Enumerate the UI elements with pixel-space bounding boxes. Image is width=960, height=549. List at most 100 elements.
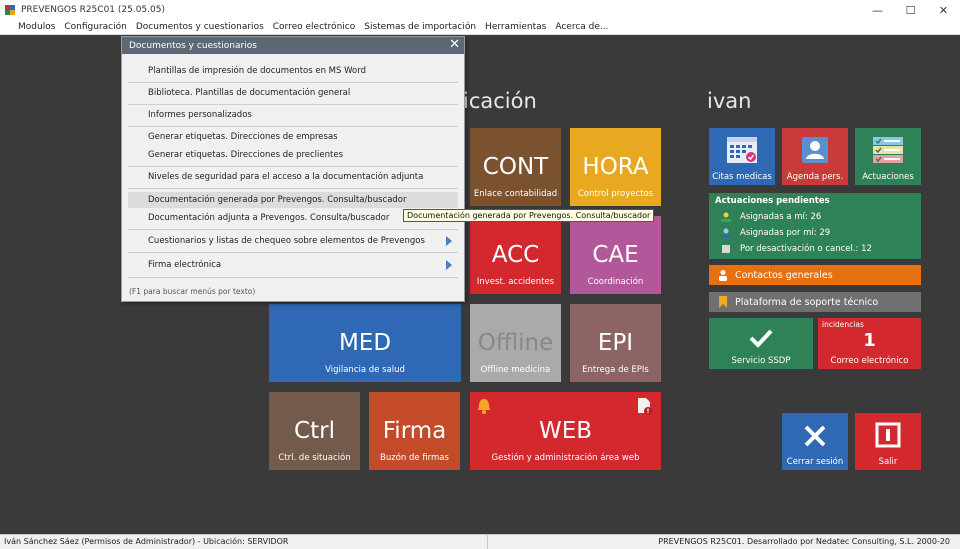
menu-item-cuestionarios[interactable]: Cuestionarios y listas de chequeo sobre … — [128, 233, 458, 249]
tile-cae-label: Coordinación — [587, 277, 644, 287]
checklist-icon — [873, 137, 903, 163]
tile-agenda[interactable]: Agenda pers. — [782, 128, 848, 185]
section-title-user: ivan — [707, 89, 752, 113]
tile-acc-label: Invest. accidentes — [476, 277, 555, 287]
tile-acc-title: ACC — [491, 242, 540, 268]
tile-servicio-label: Servicio SSDP — [731, 356, 791, 366]
menu-importacion[interactable]: Sistemas de importación — [364, 22, 476, 32]
menu-herramientas[interactable]: Herramientas — [485, 22, 546, 32]
pending-row-assigned-by-me[interactable]: Asignadas por mí: 29 — [715, 225, 915, 241]
contacts-button[interactable]: Contactos generales — [709, 265, 921, 285]
tile-cont-label: Enlace contabilidad — [473, 189, 558, 199]
menu-item-plantillas-word[interactable]: Plantillas de impresión de documentos en… — [128, 63, 458, 79]
tile-firma-label: Buzón de firmas — [380, 453, 449, 463]
pending-row-label: Asignadas a mí: 26 — [740, 212, 822, 222]
documentos-dropdown-menu: Documentos y cuestionarios ✕ Plantillas … — [121, 36, 465, 302]
tile-actuaciones-label: Actuaciones — [862, 172, 914, 182]
menu-documentos[interactable]: Documentos y cuestionarios — [136, 22, 264, 32]
tile-epi[interactable]: EPI Entrega de EPIs — [570, 304, 661, 382]
menu-item-cuestionarios-label: Cuestionarios y listas de chequeo sobre … — [148, 236, 425, 246]
tile-citas-medicas[interactable]: Citas medicas — [709, 128, 775, 185]
tile-med-title: MED — [338, 330, 392, 356]
close-window-button[interactable]: ✕ — [927, 0, 960, 20]
status-version-info: PREVENGOS R25C01. Desarrollado por Nedat… — [658, 537, 950, 546]
exit-label: Salir — [878, 457, 898, 467]
incidencias-badge: incidencias — [822, 320, 864, 329]
tile-ctrl[interactable]: Ctrl Ctrl. de situación — [269, 392, 360, 470]
tile-actuaciones[interactable]: Actuaciones — [855, 128, 921, 185]
tile-agenda-label: Agenda pers. — [786, 172, 844, 182]
section-title-left: icación — [463, 89, 537, 113]
tile-firma-title: Firma — [382, 418, 447, 444]
tile-epi-label: Entrega de EPIs — [582, 365, 649, 375]
logout-label: Cerrar sesión — [786, 457, 844, 467]
tile-med[interactable]: MED Vigilancia de salud — [269, 304, 461, 382]
person-icon — [719, 270, 727, 281]
menu-correo[interactable]: Correo electrónico — [273, 22, 355, 32]
tile-cae[interactable]: CAE Coordinación — [570, 216, 661, 294]
pending-row-assigned-to-me[interactable]: Asignadas a mí: 26 — [715, 209, 915, 225]
close-x-icon — [804, 425, 826, 447]
tile-citas-label: Citas medicas — [712, 172, 772, 182]
menu-item-firma-label: Firma electrónica — [148, 260, 222, 270]
tile-firma[interactable]: Firma Buzón de firmas — [369, 392, 460, 470]
tile-offline[interactable]: Offline Offline medicina — [470, 304, 561, 382]
title-bar: PREVENGOS R25C01 (25.05.05) — ☐ ✕ — [0, 0, 960, 20]
dropdown-title: Documentos y cuestionarios — [129, 40, 257, 51]
menu-item-firma-electronica[interactable]: Firma electrónica — [128, 257, 458, 273]
logout-button[interactable]: Cerrar sesión — [782, 413, 848, 470]
window-title: PREVENGOS R25C01 (25.05.05) — [21, 5, 165, 15]
tile-hora[interactable]: HORA Control proyectos — [570, 128, 661, 206]
exit-door-icon — [875, 422, 901, 448]
bookmark-icon — [719, 296, 727, 308]
minimize-button[interactable]: — — [861, 0, 894, 20]
pending-title: Actuaciones pendientes — [715, 196, 830, 206]
pending-row-label: Por desactivación o cancel.: 12 — [740, 244, 872, 254]
contacts-label: Contactos generales — [735, 269, 833, 281]
tile-ctrl-label: Ctrl. de situación — [278, 453, 351, 463]
submenu-arrow-icon — [446, 260, 452, 270]
document-alert-icon — [638, 398, 652, 415]
pending-row-label: Asignadas por mí: 29 — [740, 228, 831, 238]
pending-row-deactivation[interactable]: Por desactivación o cancel.: 12 — [715, 241, 915, 257]
tile-acc[interactable]: ACC Invest. accidentes — [470, 216, 561, 294]
tile-cont-title: CONT — [482, 154, 549, 180]
maximize-button[interactable]: ☐ — [894, 0, 927, 20]
person-down-icon — [721, 228, 731, 238]
status-user-info: Iván Sánchez Sáez (Permisos de Administr… — [4, 537, 289, 546]
tile-epi-title: EPI — [597, 330, 634, 356]
contact-card-icon — [802, 137, 828, 163]
menu-configuracion[interactable]: Configuración — [64, 22, 126, 32]
tile-hora-label: Control proyectos — [577, 189, 654, 199]
tile-servicio-ssdp[interactable]: Servicio SSDP — [709, 318, 813, 369]
support-platform-button[interactable]: Plataforma de soporte técnico — [709, 292, 921, 312]
dropdown-header: Documentos y cuestionarios ✕ — [122, 37, 464, 54]
tile-med-label: Vigilancia de salud — [325, 365, 405, 375]
menu-item-biblioteca[interactable]: Biblioteca. Plantillas de documentación … — [128, 85, 458, 101]
tile-offline-label: Offline medicina — [480, 365, 551, 375]
menu-item-niveles-seguridad[interactable]: Niveles de seguridad para el acceso a la… — [128, 169, 458, 185]
person-up-icon — [721, 212, 731, 222]
bell-icon — [478, 399, 490, 414]
menu-modulos[interactable]: Modulos — [18, 22, 55, 32]
exit-button[interactable]: Salir — [855, 413, 921, 470]
dropdown-close-icon[interactable]: ✕ — [449, 38, 460, 52]
tile-offline-title: Offline — [477, 330, 554, 356]
incidencias-count: 1 — [863, 330, 876, 351]
menu-bar: Modulos Configuración Documentos y cuest… — [0, 20, 960, 35]
submenu-arrow-icon — [446, 236, 452, 246]
tile-correo-label: Correo electrónico — [830, 356, 909, 366]
square-icon — [722, 245, 730, 253]
menu-search-hint: (F1 para buscar menús por texto) — [129, 287, 256, 296]
menu-item-doc-generada[interactable]: Documentación generada por Prevengos. Co… — [128, 192, 458, 208]
tile-web-title: WEB — [538, 418, 593, 444]
tile-web[interactable]: WEB Gestión y administración área web — [470, 392, 661, 470]
menu-acerca[interactable]: Acerca de... — [555, 22, 608, 32]
menu-item-etiquetas-preclientes[interactable]: Generar etiquetas. Direcciones de precli… — [128, 147, 458, 163]
tile-correo[interactable]: incidencias 1 Correo electrónico — [818, 318, 921, 369]
tile-cont[interactable]: CONT Enlace contabilidad — [470, 128, 561, 206]
tile-ctrl-title: Ctrl — [294, 418, 335, 444]
tile-cae-title: CAE — [592, 242, 639, 268]
menu-item-etiquetas-empresas[interactable]: Generar etiquetas. Direcciones de empres… — [128, 129, 458, 145]
menu-item-informes[interactable]: Informes personalizados — [128, 107, 458, 123]
